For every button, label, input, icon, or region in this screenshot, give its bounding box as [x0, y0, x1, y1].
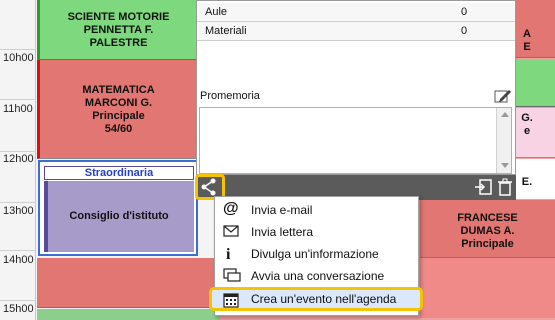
special-event-title: Consiglio d'istituto	[69, 210, 169, 222]
time-column: 10h00 11h00 12h00 13h00 14h00 15h00	[0, 0, 36, 320]
time-label: 14h00	[3, 254, 34, 266]
time-label: 11h00	[3, 103, 33, 115]
aule-label: Aule	[205, 6, 228, 18]
calendar-icon	[223, 292, 239, 308]
menu-item-letter[interactable]: Invia lettera	[215, 221, 420, 243]
share-menu: @ Invia e-mail Invia lettera i Divulga u…	[209, 196, 423, 316]
scrollbar[interactable]	[496, 108, 511, 173]
menu-item-info[interactable]: i Divulga un'informazione	[215, 243, 420, 265]
envelope-icon	[223, 224, 239, 240]
course-name: MATEMATICA	[82, 84, 155, 96]
course-block-francese: FRANCESE DUMAS A. Principale	[420, 212, 555, 251]
trash-icon[interactable]	[496, 178, 514, 196]
time-label: 15h00	[3, 303, 34, 315]
right-partial-text: A E	[523, 28, 531, 53]
time-label: 12h00	[3, 153, 34, 165]
course-block-pe[interactable]: SCIENTE MOTORIE PENNETTA F. PALESTRE	[37, 0, 197, 60]
room-name: Principale	[92, 110, 145, 122]
at-icon: @	[223, 200, 239, 217]
course-block-empty	[37, 309, 220, 320]
export-icon[interactable]	[474, 178, 494, 196]
materiali-label: Materiali	[205, 25, 247, 37]
course-name: FRANCESE	[457, 212, 518, 224]
info-icon: i	[226, 246, 231, 263]
room-name: Principale	[461, 238, 514, 250]
time-label: 10h00	[3, 52, 34, 64]
materiali-count: 0	[461, 25, 468, 37]
special-event-block[interactable]: Straordinaria Consiglio d'istituto	[38, 160, 198, 256]
course-name: SCIENTE MOTORIE	[67, 11, 170, 23]
detail-panel: Aule 0 Materiali 0 Promemoria	[196, 0, 516, 175]
menu-item-conversation[interactable]: Avvia una conversazione	[215, 265, 420, 287]
course-block-right-6[interactable]	[420, 258, 555, 318]
right-partial-text: E.	[521, 176, 533, 188]
teacher-name: MARCONI G.	[84, 97, 153, 109]
aule-count: 0	[461, 6, 468, 18]
occupancy: 54/60	[104, 123, 133, 135]
menu-item-email[interactable]: @ Invia e-mail	[215, 199, 420, 221]
chat-icon	[223, 268, 241, 284]
materiali-row: Materiali 0	[197, 22, 515, 41]
right-partial-text: G. e	[521, 112, 533, 137]
teacher-name: PENNETTA F.	[83, 24, 154, 36]
special-event-header: Straordinaria	[44, 166, 194, 180]
teacher-name: DUMAS A.	[460, 225, 515, 237]
course-block-math[interactable]: MATEMATICA MARCONI G. Principale 54/60	[37, 60, 197, 159]
share-icon	[201, 178, 216, 196]
aule-row: Aule 0	[197, 3, 515, 22]
time-label: 13h00	[3, 205, 34, 217]
promemoria-label: Promemoria	[200, 90, 260, 102]
course-block-empty	[37, 258, 220, 308]
room-name: PALESTRE	[89, 37, 148, 49]
edit-icon[interactable]	[494, 88, 512, 104]
menu-item-calendar[interactable]: Crea un'evento nell'agenda	[209, 287, 423, 311]
promemoria-textarea[interactable]	[199, 107, 512, 174]
